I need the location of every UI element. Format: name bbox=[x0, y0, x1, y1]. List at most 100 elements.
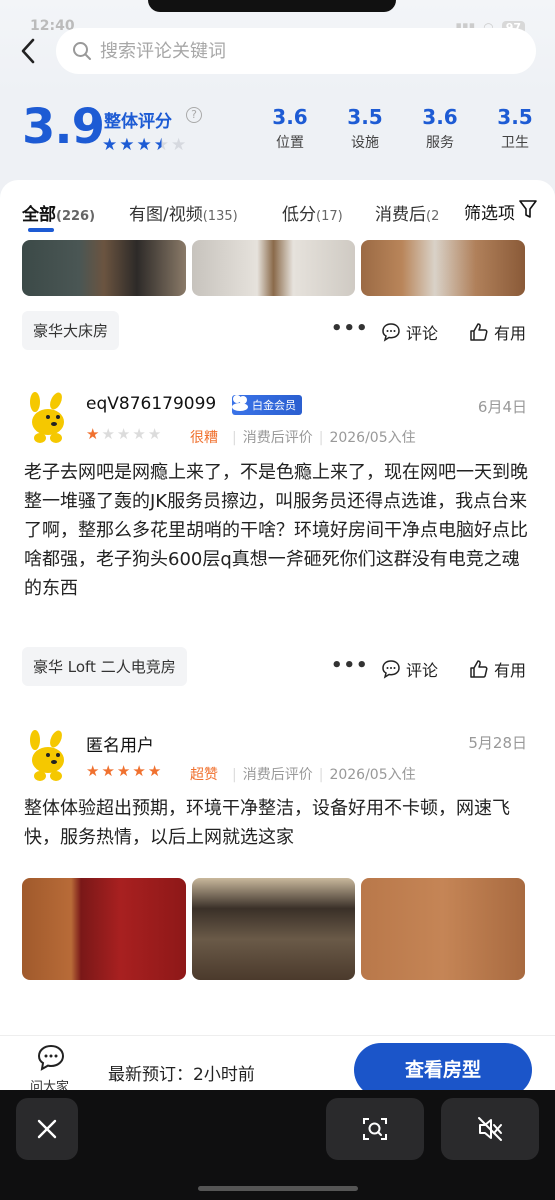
close-icon bbox=[37, 1119, 57, 1139]
search-icon bbox=[73, 42, 91, 60]
review-date: 6月4日 bbox=[477, 398, 527, 416]
close-button[interactable] bbox=[16, 1098, 78, 1160]
score-service: 3.6 服务 bbox=[410, 105, 470, 152]
score-label: 设施 bbox=[351, 135, 379, 151]
comment-icon bbox=[382, 323, 400, 342]
top-bar: 12:40 ▮▮▮ ◠ 97 bbox=[0, 0, 555, 95]
score-label: 位置 bbox=[276, 135, 304, 151]
room-type-tag[interactable]: 豪华大床房 bbox=[22, 311, 120, 350]
member-icon bbox=[232, 395, 248, 411]
overall-score: 3.9 bbox=[22, 99, 105, 155]
review-photo[interactable] bbox=[192, 240, 355, 296]
tab-low-score[interactable]: 低分(17) bbox=[282, 200, 343, 225]
review-photo[interactable] bbox=[192, 878, 355, 980]
review-stars: ★ ★ ★ ★ ★ bbox=[86, 762, 161, 780]
room-type-tag[interactable]: 豪华 Loft 二人电竞房 bbox=[22, 647, 187, 686]
review-photo[interactable] bbox=[361, 240, 525, 296]
review-date: 5月28日 bbox=[468, 734, 527, 752]
bottom-bar: 问大家 最新预订：2小时前 查看房型 bbox=[0, 1035, 555, 1097]
useful-button[interactable]: 有用 bbox=[469, 657, 526, 681]
score-hygiene: 3.5 卫生 bbox=[485, 105, 545, 152]
review-photo[interactable] bbox=[361, 878, 525, 980]
username[interactable]: 匿名用户 bbox=[86, 731, 154, 756]
star-icon: ★ bbox=[132, 762, 146, 780]
review-meta: | 消费后评价 | 2026/05入住 bbox=[232, 430, 416, 446]
star-icon: ★ bbox=[86, 762, 100, 780]
tab-all[interactable]: 全部(226) bbox=[22, 200, 95, 225]
meta-type: 消费后评价 bbox=[242, 767, 313, 783]
score-facilities: 3.5 设施 bbox=[335, 105, 395, 152]
back-button[interactable] bbox=[14, 36, 42, 66]
mute-icon bbox=[478, 1117, 502, 1141]
star-icon: ★ bbox=[101, 425, 115, 443]
useful-label: 有用 bbox=[494, 324, 527, 343]
username[interactable]: eqV876179099 bbox=[86, 394, 216, 414]
latest-booking: 最新预订：2小时前 bbox=[108, 1065, 255, 1085]
tab-after-purchase[interactable]: 消费后(2 bbox=[375, 200, 439, 225]
tab-count: (17) bbox=[316, 209, 343, 224]
meta-type: 消费后评价 bbox=[242, 430, 313, 446]
star-icon: ★ bbox=[171, 135, 187, 155]
reviews-panel: 全部(226) 有图/视频(135) 低分(17) 消费后(2 筛选项 豪华大床… bbox=[0, 180, 555, 1035]
overall-label: 整体评分 bbox=[104, 112, 172, 132]
user-avatar[interactable] bbox=[26, 392, 70, 444]
tab-label: 消费后 bbox=[375, 205, 426, 225]
star-icon: ★ bbox=[86, 425, 100, 443]
more-icon[interactable]: ••• bbox=[331, 655, 369, 676]
back-arrow-icon bbox=[21, 38, 35, 64]
overall-stars: ★ ★ ★ ★ ★ bbox=[102, 135, 186, 155]
score-label: 卫生 bbox=[501, 135, 529, 151]
badge-label: 白金会员 bbox=[252, 399, 296, 412]
camera-notch bbox=[148, 0, 396, 12]
tab-label: 低分 bbox=[282, 205, 316, 225]
filter-label: 筛选项 bbox=[464, 204, 515, 224]
scan-icon bbox=[363, 1118, 387, 1140]
star-icon: ★ bbox=[101, 762, 115, 780]
comment-label: 评论 bbox=[406, 661, 439, 680]
score-value: 3.6 bbox=[272, 105, 308, 129]
review-text: 老子去网吧是网瘾上来了，不是色瘾上来了，现在网吧一天到晚整一堆骚了轰的JK服务员… bbox=[24, 462, 528, 599]
comment-button[interactable]: 评论 bbox=[381, 657, 438, 681]
active-tab-indicator bbox=[28, 228, 54, 232]
review-photo[interactable] bbox=[22, 240, 186, 296]
thumbs-up-icon bbox=[470, 660, 488, 678]
comment-button[interactable]: 评论 bbox=[381, 320, 438, 344]
chat-icon bbox=[37, 1044, 65, 1071]
rating-summary: 3.9 整体评分 ? ★ ★ ★ ★ ★ 3.6 位置 3.5 设施 3.6 服… bbox=[0, 95, 555, 180]
tab-label: 有图/视频 bbox=[129, 205, 203, 225]
tab-count: (226) bbox=[56, 209, 96, 224]
tab-photo-video[interactable]: 有图/视频(135) bbox=[129, 200, 238, 225]
question-icon[interactable]: ? bbox=[186, 107, 202, 123]
search-input[interactable] bbox=[100, 40, 500, 62]
review-stars: ★ ★ ★ ★ ★ bbox=[86, 425, 161, 443]
star-icon: ★ bbox=[132, 425, 146, 443]
review-grade: 超赞 bbox=[190, 767, 218, 783]
user-avatar[interactable] bbox=[26, 730, 70, 782]
view-rooms-button[interactable]: 查看房型 bbox=[354, 1043, 532, 1097]
comment-label: 评论 bbox=[406, 324, 439, 343]
tab-label: 全部 bbox=[22, 205, 56, 225]
star-icon: ★ bbox=[116, 762, 131, 780]
thumbs-up-icon bbox=[470, 323, 488, 341]
score-value: 3.5 bbox=[497, 105, 533, 129]
star-icon: ★ bbox=[136, 135, 152, 155]
mute-button[interactable] bbox=[441, 1098, 539, 1160]
review-photo[interactable] bbox=[22, 878, 186, 980]
score-location: 3.6 位置 bbox=[260, 105, 320, 152]
filter-icon bbox=[519, 200, 537, 218]
system-bar bbox=[0, 1090, 555, 1200]
score-label: 服务 bbox=[426, 135, 454, 151]
stay-date: 2026/05入住 bbox=[329, 430, 416, 446]
useful-button[interactable]: 有用 bbox=[469, 320, 526, 344]
half-star-icon: ★ bbox=[153, 135, 169, 155]
scan-button[interactable] bbox=[326, 1098, 424, 1160]
review-meta: | 消费后评价 | 2026/05入住 bbox=[232, 767, 416, 783]
star-icon: ★ bbox=[147, 425, 162, 443]
home-indicator[interactable] bbox=[198, 1186, 358, 1191]
review-text: 整体体验超出预期，环境干净整洁，设备好用不卡顿，网速飞快，服务热情，以后上网就选… bbox=[24, 798, 510, 848]
tab-count: (2 bbox=[426, 209, 440, 224]
filter-button[interactable]: 筛选项 bbox=[454, 186, 555, 232]
more-icon[interactable]: ••• bbox=[331, 318, 369, 339]
star-icon: ★ bbox=[102, 135, 118, 155]
search-bar[interactable] bbox=[56, 28, 536, 74]
